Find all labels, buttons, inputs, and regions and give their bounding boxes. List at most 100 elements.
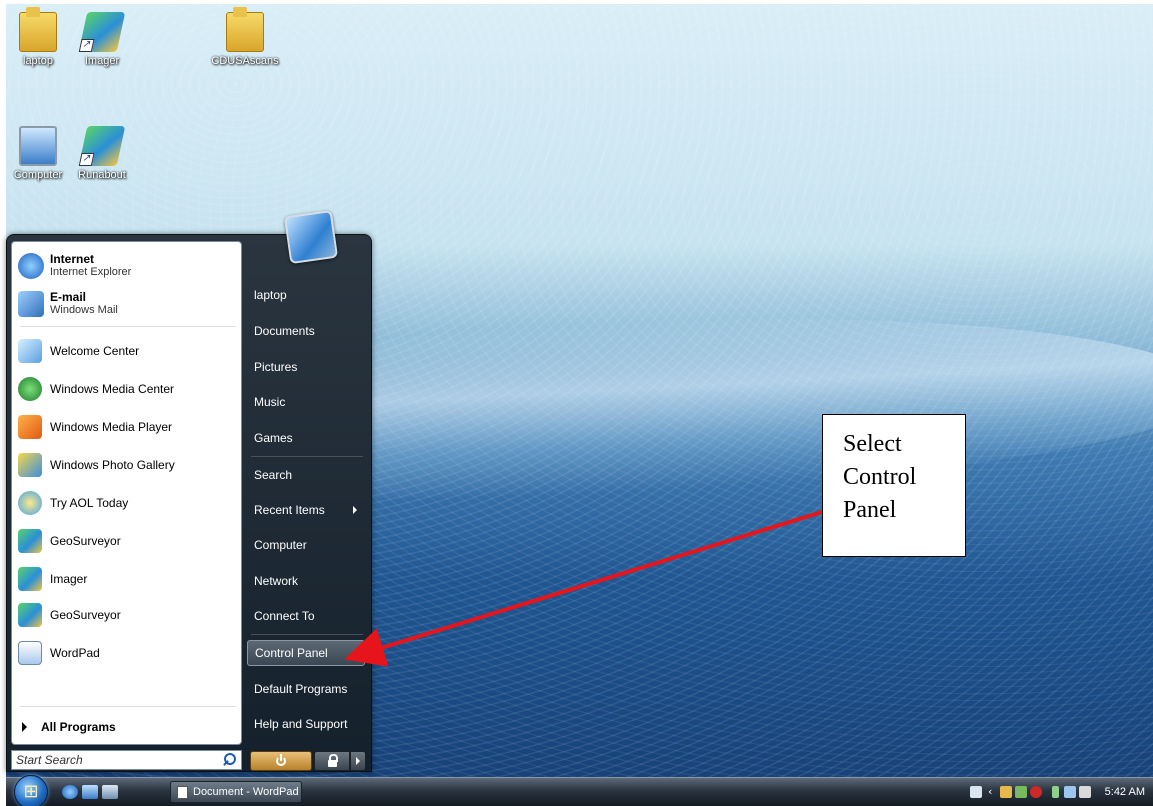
system-clock[interactable]: 5:42 AM [1105,786,1145,798]
desktop-icon-imager[interactable]: ↗ Imager [70,12,134,67]
start-item-welcome-center[interactable]: Welcome Center [18,334,240,368]
runabout-app-icon: ↗ [78,126,126,166]
taskbar: Document - WordPad ‹ 5:42 AM [6,775,1153,806]
start-item-subtitle: Internet Explorer [50,266,132,278]
desktop-icon-laptop[interactable]: laptop [6,7,70,67]
start-item-imager[interactable]: Imager [18,562,240,596]
start-right-label: Help and Support [254,717,348,731]
desktop-icon-label: CDUSAscans [211,55,279,67]
start-right-recent-items[interactable]: Recent Items [247,497,365,523]
media-player-icon [18,415,42,439]
start-right-computer[interactable]: Computer [247,532,365,558]
geosurveyor-icon [18,529,42,553]
start-item-label: Try AOL Today [50,496,129,510]
photo-gallery-icon [18,453,42,477]
desktop-icon-cdusascans[interactable]: CDUSAscans [210,7,280,67]
start-right-network[interactable]: Network [247,568,365,594]
desktop-icon-runabout[interactable]: ↗ Runabout [70,126,134,181]
start-right-laptop[interactable]: laptop [247,282,365,308]
start-right-label: Control Panel [255,646,328,660]
aol-icon [18,491,42,515]
start-right-documents[interactable]: Documents [247,318,365,344]
start-item-label: GeoSurveyor [50,534,121,548]
start-right-label: Network [254,574,299,588]
start-item-internet[interactable]: Internet Internet Explorer [18,248,240,284]
switch-windows-icon[interactable] [102,785,118,799]
geosurveyor-icon [18,603,42,627]
start-right-label: Music [254,395,286,409]
all-programs-label: All Programs [41,720,116,734]
desktop-icon-label: Computer [13,169,63,181]
start-right-pictures[interactable]: Pictures [247,354,365,380]
start-right-music[interactable]: Music [247,389,365,415]
power-icon [276,754,286,766]
start-right-label: Games [254,431,293,445]
volume-icon[interactable] [1079,786,1091,798]
desktop-icon-label: Imager [84,55,120,67]
divider [20,326,236,327]
tray-program-icon[interactable] [1015,786,1027,798]
divider [251,634,363,635]
start-right-control-panel[interactable]: Control Panel [247,640,365,666]
lock-button[interactable] [314,751,350,771]
start-right-label: Recent Items [254,503,325,517]
folder-icon [226,7,264,52]
start-item-aol[interactable]: Try AOL Today [18,486,240,520]
start-item-geosurveyor[interactable]: GeoSurveyor [18,598,240,632]
start-right-search[interactable]: Search [247,462,365,488]
start-right-label: Default Programs [254,682,348,696]
tray-security-icon[interactable] [1030,786,1042,798]
start-right-label: laptop [254,288,287,302]
start-item-label: Welcome Center [50,344,140,358]
start-right-connect-to[interactable]: Connect To [247,603,365,629]
search-icon[interactable] [221,752,237,768]
battery-icon[interactable] [1052,786,1059,798]
start-button[interactable] [14,775,48,806]
start-item-label: Windows Media Player [50,420,173,434]
welcome-center-icon [18,339,42,363]
user-account-picture[interactable] [283,209,339,265]
start-right-label: Pictures [254,360,298,374]
start-right-default-programs[interactable]: Default Programs [247,676,365,702]
annotation-line: Control [843,464,917,490]
all-programs-button[interactable]: All Programs [22,716,116,738]
tray-expand-icon[interactable]: ‹ [988,786,1000,798]
computer-icon [19,126,57,166]
start-item-label: GeoSurveyor [50,608,121,622]
lock-icon [327,753,338,767]
start-right-games[interactable]: Games [247,425,365,451]
tray-pen-icon[interactable] [970,786,982,798]
divider [251,456,363,457]
annotation-line: Select [843,431,902,457]
imager-app-icon [18,567,42,591]
power-button[interactable] [250,751,312,771]
start-right-help-support[interactable]: Help and Support [247,711,365,737]
start-item-media-center[interactable]: Windows Media Center [18,372,240,406]
taskbar-window-button[interactable]: Document - WordPad [170,781,302,803]
start-item-email[interactable]: E-mail Windows Mail [18,286,240,322]
start-item-subtitle: Windows Mail [50,304,118,316]
start-item-wordpad[interactable]: WordPad [18,636,240,670]
internet-explorer-icon [18,253,44,279]
shortcut-arrow-icon: ↗ [78,153,95,166]
shutdown-options-button[interactable] [350,751,366,771]
internet-explorer-icon[interactable] [62,785,78,799]
start-search-box[interactable] [11,750,242,770]
start-item-label: WordPad [50,646,100,660]
start-item-media-player[interactable]: Windows Media Player [18,410,240,444]
media-center-icon [18,377,42,401]
start-item-label: Imager [50,572,88,586]
submenu-arrow-icon [353,506,357,514]
start-item-photo-gallery[interactable]: Windows Photo Gallery [18,448,240,482]
start-item-label: Windows Media Center [50,382,175,396]
start-item-geosurveyor[interactable]: GeoSurveyor [18,524,240,558]
tray-program-icon[interactable] [1000,786,1012,798]
start-right-label: Search [254,468,293,482]
network-icon[interactable] [1064,786,1076,798]
desktop-icon-computer[interactable]: Computer [6,126,70,181]
start-item-title: Internet [50,252,95,266]
start-search-input[interactable] [12,751,221,769]
show-desktop-icon[interactable] [82,785,98,799]
start-right-label: Connect To [254,609,315,623]
desktop-icon-label: Runabout [78,169,126,181]
